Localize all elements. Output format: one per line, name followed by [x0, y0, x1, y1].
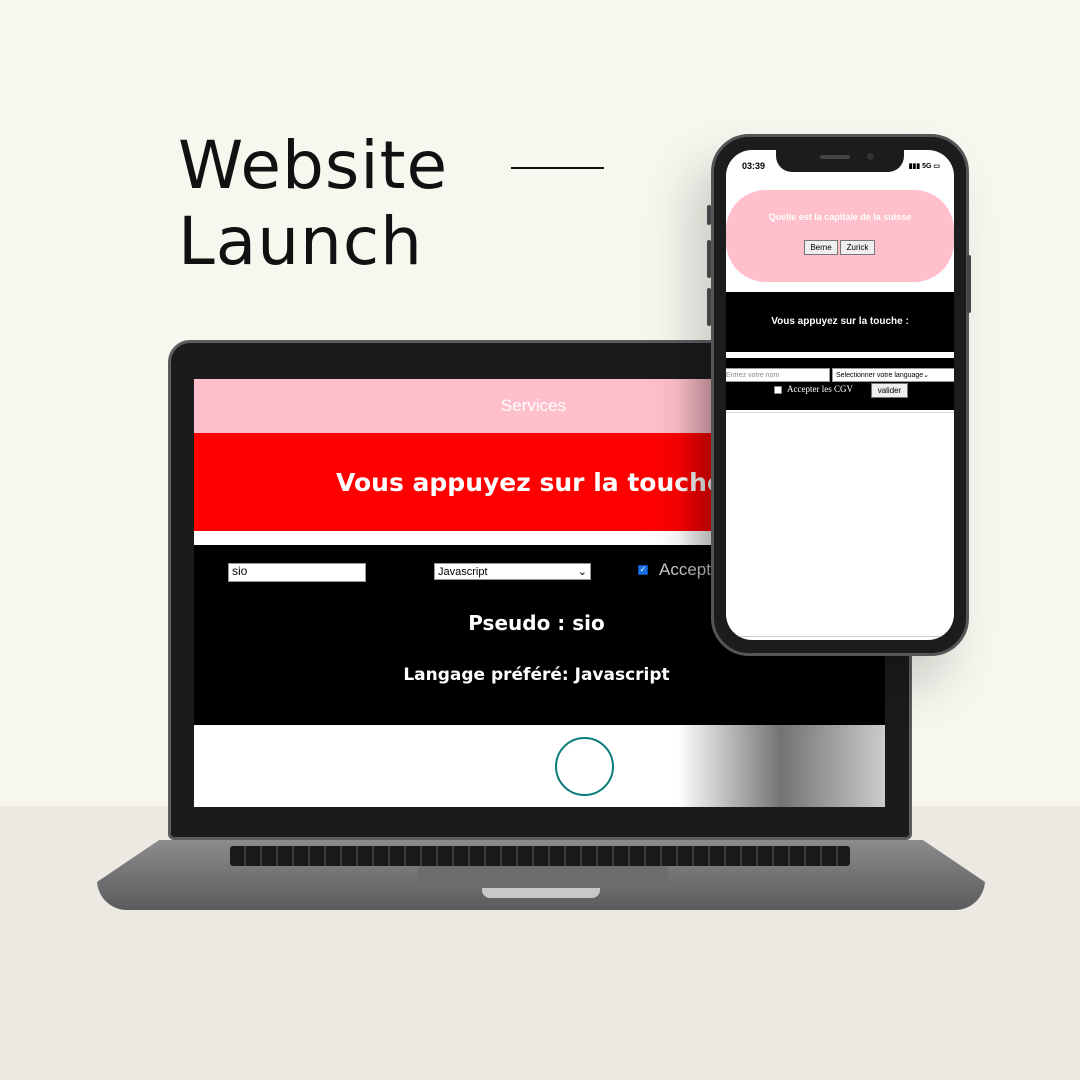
phone-status-indicators: ▮▮▮ 5G ▭ [909, 162, 940, 170]
headline: Website Launch [178, 128, 448, 280]
laptop-name-input[interactable]: sio [228, 563, 366, 582]
chevron-down-icon: ⌄ [923, 372, 930, 379]
laptop-hinge-notch [482, 888, 600, 898]
phone-cgv-checkbox[interactable] [774, 386, 782, 394]
phone-volume-down-button [707, 288, 711, 326]
phone-cgv-label: Accepter les CGV [787, 384, 853, 394]
phone-language-value: Selectionner votre language [836, 371, 924, 379]
laptop-keyboard [230, 846, 850, 866]
headline-dash [511, 167, 604, 169]
laptop-cgv-checkbox[interactable]: ✓ [638, 565, 648, 575]
phone-camera-icon [867, 153, 874, 160]
phone-speaker [820, 155, 850, 159]
laptop-banner-text: Vous appuyez sur la touche : [336, 467, 743, 497]
phone-language-select[interactable]: Selectionner votre language ⌄ [832, 368, 954, 382]
phone-form-section: Vous appuyez sur la touche : Entrez votr… [726, 292, 954, 410]
phone-bottom-line [726, 636, 954, 637]
laptop-trackpad [418, 866, 668, 888]
nav-link-services[interactable]: Services [501, 396, 566, 416]
phone-submit-button[interactable]: valider [871, 383, 908, 398]
headline-line-1: Website [178, 127, 449, 204]
laptop-language-value: Javascript [438, 565, 488, 578]
answer-button-berne[interactable]: Berne [804, 240, 838, 255]
phone-power-button [967, 255, 971, 313]
phone-side-button [707, 205, 711, 225]
phone-volume-up-button [707, 240, 711, 278]
laptop-language-pref-text: Langage préféré: Javascript [403, 665, 670, 685]
phone-screen: 03:39 ▮▮▮ 5G ▭ Quelle est la capitale de… [726, 150, 954, 640]
phone-name-input[interactable]: Entrez votre nom [726, 368, 830, 382]
phone-clock: 03:39 [742, 161, 766, 171]
phone-key-title: Vous appuyez sur la touche : [771, 316, 909, 327]
laptop-footer [194, 725, 885, 807]
quiz-question: Quelle est la capitale de la suisse [768, 212, 912, 222]
headline-line-2: Launch [178, 203, 423, 280]
answer-button-zurick[interactable]: Zurick [840, 240, 875, 255]
network-label: 5G [922, 163, 932, 170]
battery-icon: ▭ [933, 163, 940, 170]
chevron-down-icon: ⌄ [577, 566, 587, 578]
phone-divider [726, 352, 954, 358]
phone-notch [776, 150, 904, 172]
phone-quiz-card: Quelle est la capitale de la suisse Bern… [726, 190, 954, 282]
laptop-language-select[interactable]: Javascript ⌄ [434, 563, 591, 580]
phone-content-divider [726, 412, 954, 413]
loading-spinner-icon [555, 737, 614, 796]
signal-icon: ▮▮▮ [908, 163, 921, 170]
